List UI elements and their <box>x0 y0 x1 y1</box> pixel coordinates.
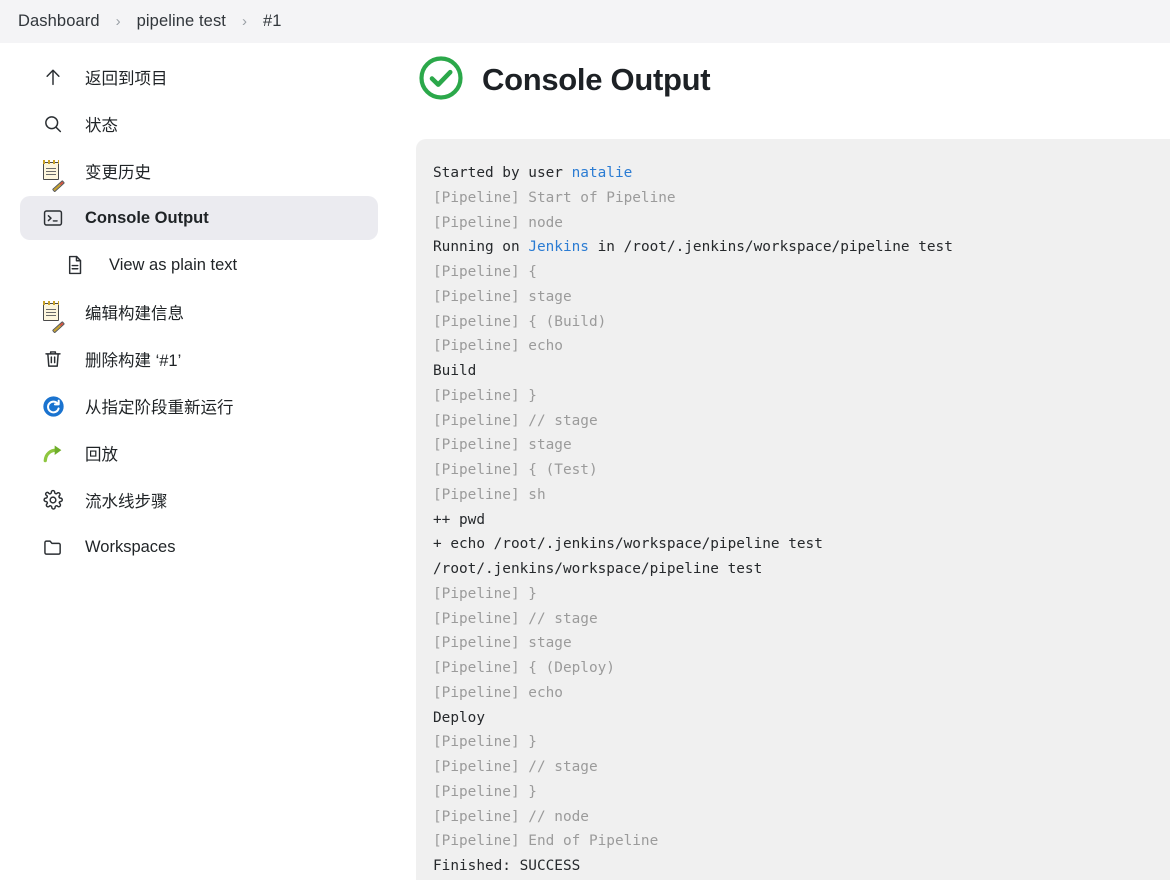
console-log-line: Build <box>433 363 477 379</box>
console-log-line: [Pipeline] Start of Pipeline <box>433 189 676 206</box>
console-log-line: /root/.jenkins/workspace/pipeline test <box>433 561 763 577</box>
sidebar-item-change-history[interactable]: 变更历史 <box>20 149 378 193</box>
breadcrumb-separator: › <box>241 13 247 30</box>
console-log-line: [Pipeline] // stage <box>433 759 598 775</box>
sidebar-item-view-as-plain-text[interactable]: View as plain text <box>42 243 378 287</box>
sidebar-item-label: 流水线步骤 <box>85 493 168 511</box>
console-log-line: [Pipeline] // node <box>433 808 589 825</box>
sidebar-item-label: 状态 <box>85 117 118 135</box>
console-log-line: [Pipeline] { (Test) <box>433 462 598 478</box>
console-log-line: [Pipeline] sh <box>433 486 546 503</box>
sidebar-item-label: 返回到项目 <box>85 70 168 88</box>
page-title: Console Output <box>482 62 711 97</box>
console-log-line: [Pipeline] } <box>433 387 537 404</box>
sidebar-item-console-output[interactable]: Console Output <box>20 196 378 240</box>
breadcrumb-item-dashboard[interactable]: Dashboard <box>18 12 100 31</box>
trash-icon <box>38 348 68 370</box>
sidebar-item-label: 变更历史 <box>85 164 151 182</box>
notepad-pencil-icon <box>38 160 68 193</box>
sidebar-item-label: Console Output <box>85 208 209 227</box>
folder-icon <box>38 536 68 558</box>
console-log-line: [Pipeline] // stage <box>433 610 598 627</box>
console-log-line: Running on Jenkins in /root/.jenkins/wor… <box>433 239 953 256</box>
console-log-line: [Pipeline] // stage <box>433 412 598 429</box>
console-output-header: Console Output <box>416 49 1170 111</box>
sidebar-item-label: 回放 <box>85 446 118 464</box>
sidebar-item-label: 从指定阶段重新运行 <box>85 399 234 417</box>
console-log-line: [Pipeline] stage <box>433 437 572 454</box>
console-log-line: [Pipeline] { (Build) <box>433 313 607 330</box>
console-log-link[interactable]: natalie <box>572 165 633 181</box>
console-log-line: [Pipeline] stage <box>433 288 572 305</box>
sidebar-item-label: 编辑构建信息 <box>85 305 184 323</box>
console-log-line: [Pipeline] { (Deploy) <box>433 660 615 676</box>
console-log-line: [Pipeline] } <box>433 783 537 800</box>
console-log-line: Finished: SUCCESS <box>433 858 581 874</box>
sidebar-item-workspaces[interactable]: Workspaces <box>20 525 378 569</box>
sidebar-item-replay[interactable]: 回放 <box>20 431 378 475</box>
document-icon <box>60 254 90 276</box>
console-log-line: ++ pwd <box>433 511 485 528</box>
sidebar-item-label: View as plain text <box>109 255 238 274</box>
console-icon <box>38 207 68 229</box>
arrow-up-icon <box>38 66 68 88</box>
console-log-line: [Pipeline] node <box>433 214 563 231</box>
console-log-line: Started by user natalie <box>433 165 633 181</box>
breadcrumb-item-1: #1 <box>262 12 282 30</box>
sidebar-item-status[interactable]: 状态 <box>20 102 378 146</box>
breadcrumb: Dashboard › pipeline test › #1 <box>0 0 1170 43</box>
console-log-line: [Pipeline] echo <box>433 684 563 701</box>
console-log-line: + echo /root/.jenkins/workspace/pipeline… <box>433 536 823 553</box>
sidebar-item-edit-build-information[interactable]: 编辑构建信息 <box>20 290 378 334</box>
sidebar-item-back-to-project[interactable]: 返回到项目 <box>20 55 378 99</box>
breadcrumb-item-pipeline-test[interactable]: pipeline test <box>137 12 226 31</box>
console-log-line: [Pipeline] End of Pipeline <box>433 833 659 850</box>
breadcrumb-separator: › <box>115 13 121 30</box>
notepad-pencil-icon <box>38 301 68 334</box>
sidebar-item-label: Workspaces <box>85 537 176 556</box>
console-log-line: [Pipeline] stage <box>433 635 572 652</box>
console-log-line: [Pipeline] } <box>433 585 537 602</box>
sidebar-item-restart-from-stage[interactable]: 从指定阶段重新运行 <box>20 384 378 428</box>
sidebar-item-delete-build[interactable]: 删除构建 ‘#1’ <box>20 337 378 381</box>
restart-icon <box>38 395 68 418</box>
success-check-icon <box>418 55 464 106</box>
console-log-line: [Pipeline] } <box>433 734 537 751</box>
console-log-link[interactable]: Jenkins <box>528 239 589 255</box>
sidebar-item-pipeline-steps[interactable]: 流水线步骤 <box>20 478 378 522</box>
main-content: Console Output Started by user natalie [P… <box>416 43 1170 880</box>
sidebar: 返回到项目状态变更历史 Console Output View as plain t… <box>0 43 416 572</box>
search-icon <box>38 113 68 135</box>
replay-icon <box>38 442 68 465</box>
console-log-line: [Pipeline] { <box>433 264 537 280</box>
gear-icon <box>38 489 68 511</box>
console-log-line: Deploy <box>433 709 485 726</box>
console-log-panel: Started by user natalie [Pipeline] Start … <box>416 139 1170 880</box>
console-log-line: [Pipeline] echo <box>433 338 563 355</box>
sidebar-item-label: 删除构建 ‘#1’ <box>85 352 182 370</box>
